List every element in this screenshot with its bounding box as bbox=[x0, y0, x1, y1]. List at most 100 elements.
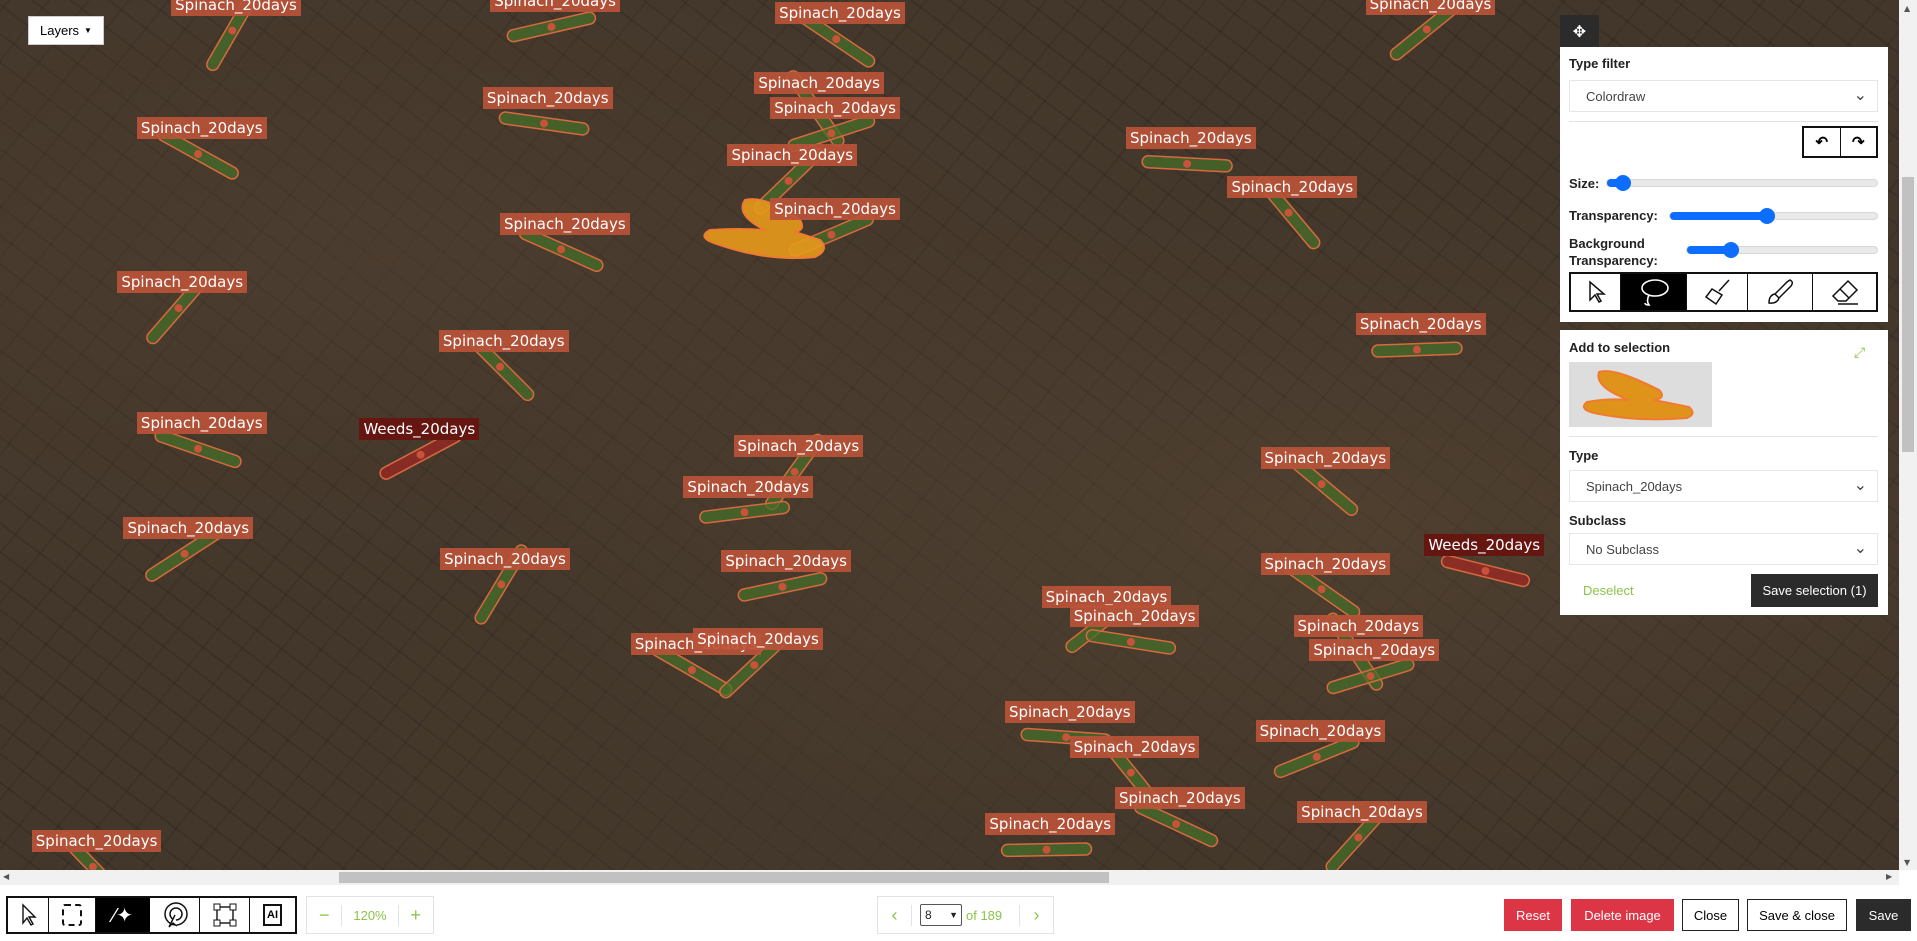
plant-outline[interactable] bbox=[1000, 842, 1093, 858]
close-button[interactable]: Close bbox=[1682, 899, 1739, 931]
annotation-label[interactable]: Spinach_20days bbox=[1255, 720, 1386, 743]
annotation-label[interactable]: Spinach_20days bbox=[123, 517, 254, 540]
annotation-label[interactable]: Spinach_20days bbox=[683, 475, 814, 498]
brush-icon bbox=[1768, 279, 1794, 304]
annotation-label[interactable]: Spinach_20days bbox=[1227, 176, 1358, 199]
plant-outline[interactable] bbox=[506, 11, 597, 43]
auto-select-tool[interactable] bbox=[150, 898, 200, 932]
annotation-label[interactable]: Spinach_20days bbox=[775, 2, 905, 25]
move-handle[interactable]: ✥ bbox=[1560, 15, 1599, 47]
annotation-label[interactable]: Spinach_20days bbox=[770, 198, 900, 221]
annotation-label[interactable]: Spinach_20days bbox=[438, 330, 569, 353]
annotation-label[interactable]: Spinach_20days bbox=[1069, 736, 1200, 758]
broom-tool[interactable] bbox=[1687, 274, 1748, 310]
transparency-slider[interactable] bbox=[1669, 208, 1878, 224]
pagination: ‹ 8 ▼ of 189 › bbox=[877, 896, 1054, 934]
background-transparency-slider[interactable] bbox=[1686, 242, 1878, 258]
plant-outline[interactable] bbox=[1440, 554, 1531, 588]
layers-button[interactable]: Layers ▼ bbox=[28, 16, 104, 45]
reset-button[interactable]: Reset bbox=[1504, 899, 1562, 931]
annotation-label[interactable]: Spinach_20days bbox=[1365, 0, 1496, 15]
pointer-tool[interactable] bbox=[8, 898, 49, 932]
prev-page-button[interactable]: ‹ bbox=[878, 904, 912, 926]
annotation-label[interactable]: Weeds_20days bbox=[1424, 534, 1545, 557]
annotation-label[interactable]: Spinach_20days bbox=[136, 117, 267, 140]
delete-image-button[interactable]: Delete image bbox=[1571, 899, 1674, 931]
annotation-label[interactable]: Spinach_20days bbox=[1069, 605, 1200, 628]
plant-outline[interactable] bbox=[699, 500, 791, 524]
annotation-label[interactable]: Spinach_20days bbox=[1297, 800, 1427, 823]
plant-outline[interactable] bbox=[498, 111, 590, 136]
save-selection-button[interactable]: Save selection (1) bbox=[1751, 574, 1878, 607]
annotation-label[interactable]: Spinach_20days bbox=[1309, 639, 1440, 662]
annotation-label[interactable]: Spinach_20days bbox=[482, 86, 613, 109]
plant-outline[interactable] bbox=[737, 571, 828, 602]
annotation-label[interactable]: Spinach_20days bbox=[1115, 787, 1245, 810]
annotation-label[interactable]: Spinach_20days bbox=[770, 96, 900, 119]
lasso-tool[interactable] bbox=[1621, 274, 1687, 310]
plant-outline[interactable] bbox=[1085, 629, 1177, 655]
size-slider[interactable] bbox=[1606, 175, 1878, 191]
annotation-label[interactable]: Spinach_20days bbox=[490, 0, 620, 13]
annotation-label[interactable]: Spinach_20days bbox=[693, 628, 823, 651]
type-select[interactable]: Spinach_20days bbox=[1569, 470, 1878, 502]
annotation-label[interactable]: Spinach_20days bbox=[440, 547, 570, 570]
annotation-label[interactable]: Spinach_20days bbox=[985, 813, 1116, 836]
vertical-scrollbar-thumb[interactable] bbox=[1902, 177, 1914, 452]
scroll-left-icon[interactable]: ◀ bbox=[3, 872, 9, 881]
scroll-right-icon[interactable]: ▶ bbox=[1886, 872, 1892, 881]
scroll-up-icon[interactable]: ▲ bbox=[1904, 4, 1910, 13]
annotation-label[interactable]: Spinach_20days bbox=[754, 72, 884, 95]
ai-tool[interactable]: AI bbox=[250, 898, 295, 932]
deselect-link[interactable]: Deselect bbox=[1583, 583, 1634, 598]
annotation-label[interactable]: Spinach_20days bbox=[1355, 312, 1486, 335]
annotation-label[interactable]: Spinach_20days bbox=[31, 830, 162, 853]
plant-outline[interactable] bbox=[154, 428, 243, 469]
save-button[interactable]: Save bbox=[1856, 899, 1911, 931]
size-label: Size: bbox=[1569, 176, 1600, 191]
subclass-select[interactable]: No Subclass bbox=[1569, 533, 1878, 565]
undo-button[interactable]: ↶ bbox=[1804, 128, 1841, 156]
annotation-label[interactable]: Spinach_20days bbox=[727, 144, 858, 167]
eraser-tool[interactable] bbox=[1813, 274, 1876, 310]
magic-wand-tool[interactable]: ⁄✦ bbox=[96, 898, 150, 932]
zoom-out-button[interactable]: − bbox=[307, 904, 343, 926]
annotation-label[interactable]: Spinach_20days bbox=[733, 435, 864, 458]
redo-icon: ↷ bbox=[1851, 134, 1865, 151]
plant-outline[interactable] bbox=[1371, 341, 1463, 358]
page-select[interactable]: 8 ▼ bbox=[920, 904, 962, 926]
plant-outline[interactable] bbox=[1141, 155, 1233, 173]
scroll-down-icon[interactable]: ▼ bbox=[1904, 858, 1910, 867]
expand-icon[interactable]: ⤢ bbox=[1854, 344, 1865, 361]
annotation-label[interactable]: Spinach_20days bbox=[1260, 552, 1391, 575]
annotation-label[interactable]: Spinach_20days bbox=[500, 212, 630, 235]
horizontal-scrollbar-thumb[interactable] bbox=[339, 872, 1109, 883]
vertical-scrollbar[interactable]: ▲ ▼ bbox=[1899, 0, 1917, 870]
subclass-value: No Subclass bbox=[1586, 541, 1659, 557]
rect-select-tool[interactable] bbox=[49, 898, 96, 932]
annotation-label[interactable]: Spinach_20days bbox=[1260, 447, 1391, 470]
annotation-label[interactable]: Spinach_20days bbox=[721, 550, 851, 573]
broom-icon bbox=[1704, 279, 1730, 306]
annotation-label[interactable]: Spinach_20days bbox=[171, 0, 301, 16]
annotation-label[interactable]: Spinach_20days bbox=[1126, 127, 1256, 150]
polygon-tool[interactable] bbox=[200, 898, 250, 932]
annotation-label[interactable]: Spinach_20days bbox=[117, 271, 248, 294]
next-page-button[interactable]: › bbox=[1019, 904, 1053, 926]
pointer-icon bbox=[22, 903, 37, 926]
background-transparency-label: Background Transparency: bbox=[1569, 236, 1658, 268]
annotation-label[interactable]: Spinach_20days bbox=[136, 412, 267, 435]
redo-button[interactable]: ↷ bbox=[1841, 128, 1877, 156]
horizontal-scrollbar[interactable]: ◀ ▶ bbox=[0, 870, 1899, 885]
plant-outline[interactable] bbox=[1326, 657, 1416, 695]
polygon-icon bbox=[213, 903, 236, 927]
annotation-label[interactable]: Spinach_20days bbox=[1293, 614, 1424, 637]
annotation-label[interactable]: Weeds_20days bbox=[359, 418, 480, 441]
annotation-label[interactable]: Spinach_20days bbox=[1004, 700, 1135, 723]
pointer-tool[interactable] bbox=[1571, 274, 1621, 310]
save-close-button[interactable]: Save & close bbox=[1747, 899, 1847, 931]
zoom-in-button[interactable]: + bbox=[397, 904, 433, 926]
type-filter-select[interactable]: Colordraw bbox=[1569, 80, 1878, 112]
brush-tool[interactable] bbox=[1748, 274, 1813, 310]
undo-icon: ↶ bbox=[1815, 134, 1829, 151]
